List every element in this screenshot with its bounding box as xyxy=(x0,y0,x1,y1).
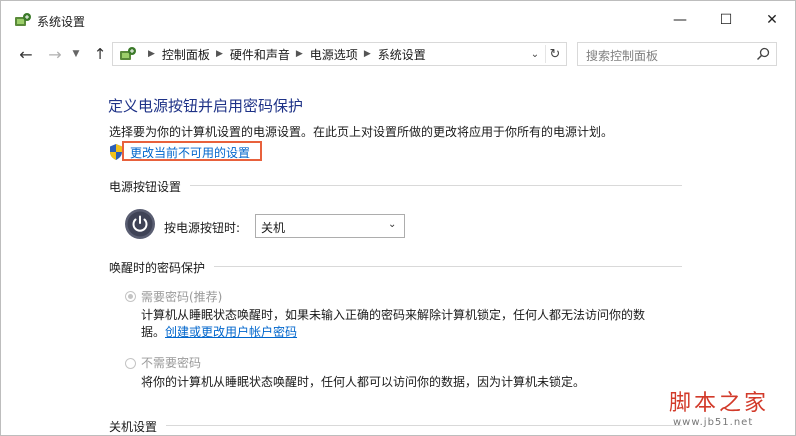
breadcrumb-power-options[interactable]: 电源选项 xyxy=(310,46,358,63)
breadcrumb: ▶ 控制面板 ▶ 硬件和声音 ▶ 电源选项 ▶ 系统设置 xyxy=(142,43,426,65)
page-title: 定义电源按钮并启用密码保护 xyxy=(108,97,304,115)
create-change-password-link[interactable]: 创建或更改用户帐户密码 xyxy=(165,325,297,339)
change-unavailable-settings-link[interactable]: 更改当前不可用的设置 xyxy=(122,141,262,161)
selected-value: 关机 xyxy=(261,221,286,235)
page-description: 选择要为你的计算机设置的电源设置。在此页上对设置所做的更改将应用于你所有的电源计… xyxy=(109,125,614,139)
refresh-button[interactable]: ↻ xyxy=(545,45,564,63)
address-bar[interactable]: ▶ 控制面板 ▶ 硬件和声音 ▶ 电源选项 ▶ 系统设置 ⌄ ↻ xyxy=(112,42,567,66)
watermark-title: 脚本之家 xyxy=(669,391,770,416)
close-button[interactable]: ✕ xyxy=(749,1,795,39)
shutdown-section-heading: 关机设置 xyxy=(109,420,158,434)
refresh-icon: ↻ xyxy=(549,46,561,62)
breadcrumb-hardware-sound[interactable]: 硬件和声音 xyxy=(230,46,290,63)
chevron-down-icon: ▼ xyxy=(72,49,80,59)
recent-locations-button[interactable]: ▼ xyxy=(69,45,83,63)
chevron-down-icon: ⌄ xyxy=(388,219,397,230)
control-panel-window: 系统设置 — ☐ ✕ ← → ▼ ↑ ▶ 控制面板 ▶ 硬件和声音 ▶ 电源选项… xyxy=(0,0,796,436)
search-input[interactable]: 搜索控制面板 xyxy=(577,42,777,66)
power-button-icon xyxy=(125,209,155,239)
wake-password-section-heading: 唤醒时的密码保护 xyxy=(109,261,206,275)
maximize-button[interactable]: ☐ xyxy=(703,1,749,39)
window-title: 系统设置 xyxy=(37,15,86,29)
section-divider xyxy=(214,266,682,267)
search-placeholder: 搜索控制面板 xyxy=(586,49,659,63)
power-button-action-select[interactable]: 关机 ⌄ xyxy=(255,214,405,238)
back-button[interactable]: ← xyxy=(15,44,37,64)
search-icon[interactable] xyxy=(755,46,771,62)
arrow-right-icon: → xyxy=(48,44,62,64)
chevron-down-icon: ⌄ xyxy=(530,48,540,60)
power-button-label: 按电源按钮时: xyxy=(164,221,241,235)
watermark-url: www.jb51.net xyxy=(673,417,754,428)
no-password-description: 将你的计算机从睡眠状态唤醒时，任何人都可以访问你的数据，因为计算机未锁定。 xyxy=(141,375,586,389)
require-password-label: 需要密码(推荐) xyxy=(141,290,223,304)
chevron-right-icon[interactable]: ▶ xyxy=(296,49,303,59)
navigation-bar: ← → ▼ ↑ ▶ 控制面板 ▶ 硬件和声音 ▶ 电源选项 ▶ 系统设置 ⌄ ↻ xyxy=(1,39,795,69)
breadcrumb-system-settings[interactable]: 系统设置 xyxy=(378,46,426,63)
chevron-right-icon[interactable]: ▶ xyxy=(216,49,223,59)
arrow-up-icon: ↑ xyxy=(93,45,107,63)
arrow-left-icon: ← xyxy=(19,44,33,64)
address-dropdown-button[interactable]: ⌄ xyxy=(527,45,543,63)
up-button[interactable]: ↑ xyxy=(91,45,109,63)
minimize-button[interactable]: — xyxy=(657,1,703,39)
section-divider xyxy=(190,185,682,186)
chevron-right-icon[interactable]: ▶ xyxy=(148,49,155,59)
require-password-description-cont: 据。创建或更改用户帐户密码 xyxy=(141,323,297,340)
forward-button[interactable]: → xyxy=(45,44,65,64)
chevron-right-icon[interactable]: ▶ xyxy=(364,49,371,59)
power-button-section-heading: 电源按钮设置 xyxy=(109,180,182,194)
breadcrumb-control-panel[interactable]: 控制面板 xyxy=(162,46,210,63)
control-panel-icon xyxy=(120,47,136,60)
no-password-label: 不需要密码 xyxy=(141,356,202,370)
description-tail: 据。 xyxy=(141,325,166,339)
no-password-radio[interactable] xyxy=(125,358,136,369)
radio-selected-dot xyxy=(128,294,133,299)
section-divider xyxy=(166,425,682,426)
require-password-description: 计算机从睡眠状态唤醒时，如果未输入正确的密码来解除计算机锁定，任何人都无法访问你… xyxy=(141,308,646,322)
title-bar: 系统设置 — ☐ ✕ xyxy=(1,1,795,39)
require-password-radio[interactable] xyxy=(125,291,136,302)
site-watermark: 脚本之家 www.jb51.net xyxy=(665,381,791,431)
power-options-icon xyxy=(15,13,31,26)
